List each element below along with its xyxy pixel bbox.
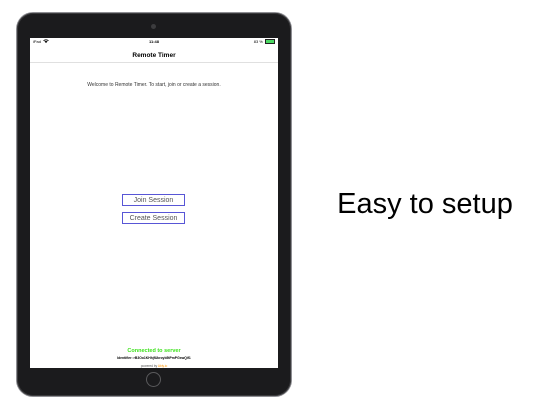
status-battery: 83 % xyxy=(253,39,275,45)
powered-prefix: powered by xyxy=(140,364,158,368)
create-session-button[interactable]: Create Session xyxy=(122,212,185,224)
status-time: 11:48 xyxy=(148,39,159,44)
welcome-text: Welcome to Remote Timer. To start, join … xyxy=(87,82,221,88)
battery-text: 83 % xyxy=(253,39,263,44)
join-session-button[interactable]: Join Session xyxy=(122,194,185,206)
nav-divider xyxy=(30,62,278,63)
connection-status: Connected to server xyxy=(127,348,181,354)
ipad-device-frame: iPad 11:48 83 % Remote Timer Welcome to … xyxy=(17,13,291,396)
home-button[interactable] xyxy=(146,372,161,387)
nav-title: Remote Timer xyxy=(132,52,176,59)
marketing-headline: Easy to setup xyxy=(337,188,513,220)
powered-brand-link[interactable]: Ably.io xyxy=(158,364,167,368)
status-bar: iPad 11:48 83 % xyxy=(30,38,278,46)
powered-by: powered by Ably.io xyxy=(30,364,278,368)
app-screen: iPad 11:48 83 % Remote Timer Welcome to … xyxy=(30,38,278,368)
camera-icon xyxy=(151,24,156,29)
identifier-text: Identifier: rB3Oo1KHhjfUkroyb5tPmPGxwQif… xyxy=(117,356,191,360)
battery-icon xyxy=(265,39,275,45)
